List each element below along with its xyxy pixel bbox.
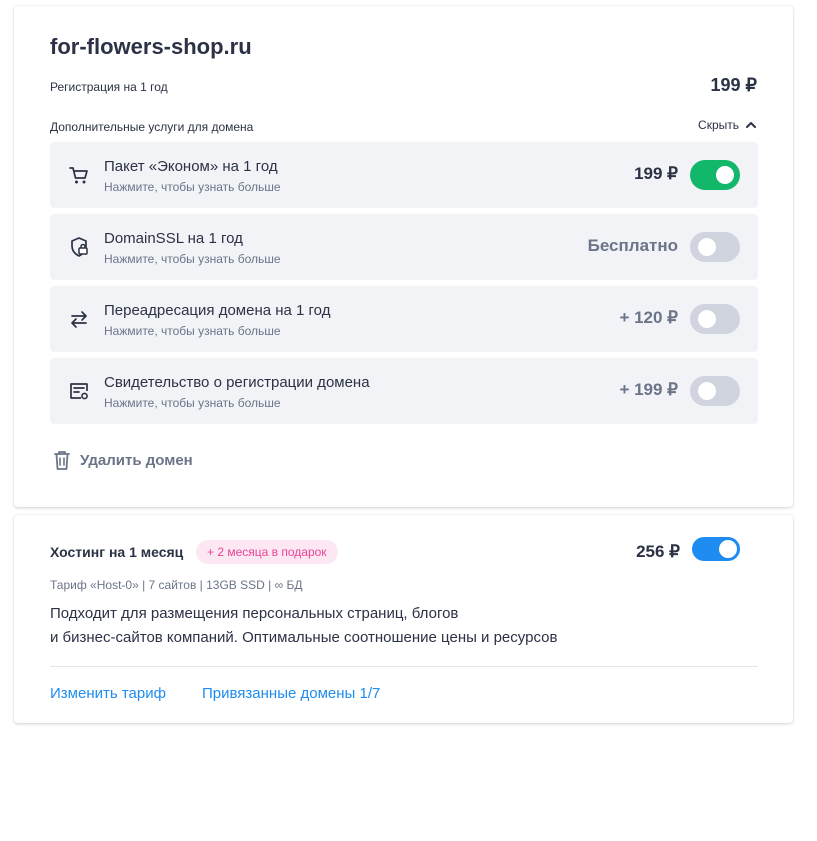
hosting-toggle[interactable] — [692, 537, 740, 561]
trash-icon — [54, 451, 70, 470]
toggle-knob — [719, 540, 737, 558]
hide-label: Скрыть — [698, 118, 739, 132]
service-title: Переадресация домена на 1 год — [104, 302, 331, 319]
service-row-econom-package[interactable]: Пакет «Эконом» на 1 год Нажмите, чтобы у… — [50, 142, 758, 208]
certificate-toggle[interactable] — [690, 376, 740, 406]
service-row-redirect[interactable]: Переадресация домена на 1 год Нажмите, ч… — [50, 286, 758, 352]
linked-domains-link[interactable]: Привязанные домены 1/7 — [202, 685, 380, 702]
redirect-toggle[interactable] — [690, 304, 740, 334]
service-title: Свидетельство о регистрации домена — [104, 374, 370, 391]
toggle-knob — [698, 310, 716, 328]
registration-label: Регистрация на 1 год — [50, 80, 168, 94]
service-row-domainssl[interactable]: DomainSSL на 1 год Нажмите, чтобы узнать… — [50, 214, 758, 280]
service-price: + 199 ₽ — [619, 380, 678, 399]
domainssl-toggle[interactable] — [690, 232, 740, 262]
description-line: Подходит для размещения персональных стр… — [50, 605, 459, 622]
service-price: + 120 ₽ — [619, 308, 678, 327]
delete-domain-label: Удалить домен — [80, 451, 193, 469]
divider — [50, 666, 758, 667]
hosting-card: Хостинг на 1 месяц + 2 месяца в подарок … — [14, 515, 793, 723]
cart-icon — [68, 164, 90, 186]
extras-label: Дополнительные услуги для домена — [50, 120, 254, 134]
registration-price: 199 ₽ — [710, 75, 758, 95]
service-subtitle: Нажмите, чтобы узнать больше — [104, 324, 281, 338]
service-title: DomainSSL на 1 год — [104, 230, 243, 247]
domain-name: for-flowers-shop.ru — [50, 34, 252, 59]
domain-card: for-flowers-shop.ru Регистрация на 1 год… — [14, 6, 793, 507]
chevron-up-icon — [746, 122, 756, 128]
gift-badge: + 2 месяца в подарок — [196, 540, 338, 564]
service-subtitle: Нажмите, чтобы узнать больше — [104, 396, 281, 410]
toggle-knob — [698, 382, 716, 400]
toggle-knob — [716, 166, 734, 184]
redirect-arrows-icon — [68, 308, 90, 330]
toggle-knob — [698, 238, 716, 256]
service-title: Пакет «Эконом» на 1 год — [104, 158, 278, 175]
tariff-details: Тариф «Host-0» | 7 сайтов | 13GB SSD | ∞… — [50, 578, 303, 592]
service-price: 199 ₽ — [634, 164, 678, 183]
delete-domain-button[interactable]: Удалить домен — [52, 449, 193, 471]
service-price: Бесплатно — [587, 236, 678, 255]
service-subtitle: Нажмите, чтобы узнать больше — [104, 180, 281, 194]
hosting-description: Подходит для размещения персональных стр… — [50, 602, 557, 650]
change-tariff-link[interactable]: Изменить тариф — [50, 685, 166, 702]
service-row-certificate[interactable]: Свидетельство о регистрации домена Нажми… — [50, 358, 758, 424]
ssl-shield-icon — [68, 236, 90, 258]
hosting-title: Хостинг на 1 месяц — [50, 544, 184, 560]
description-line: и бизнес-сайтов компаний. Оптимальные со… — [50, 629, 558, 646]
hosting-price: 256 ₽ — [636, 542, 680, 561]
service-subtitle: Нажмите, чтобы узнать больше — [104, 252, 281, 266]
certificate-icon — [68, 380, 90, 402]
econom-package-toggle[interactable] — [690, 160, 740, 190]
hide-extras-button[interactable]: Скрыть — [698, 118, 757, 132]
